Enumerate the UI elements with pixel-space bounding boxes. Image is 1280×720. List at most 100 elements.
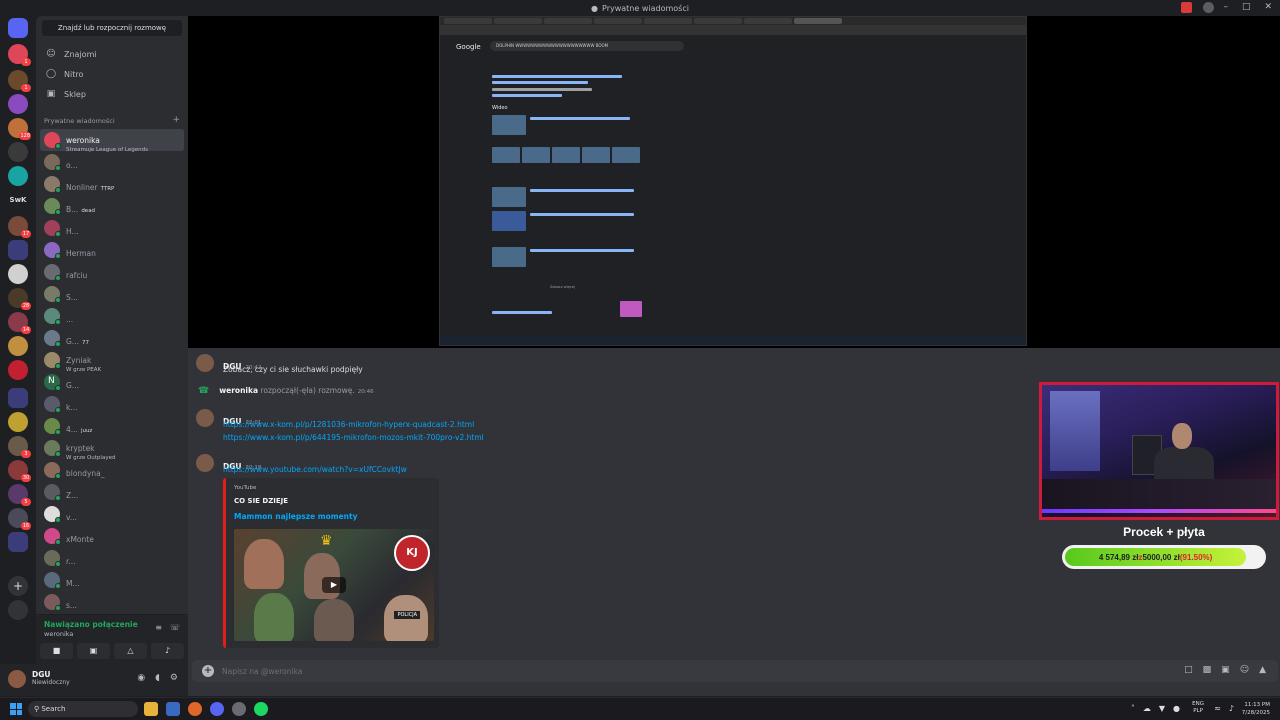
disconnect-icon[interactable]: ☏ xyxy=(170,623,180,632)
apps-icon[interactable]: ▲ xyxy=(1259,665,1266,675)
find-conversation-button[interactable]: Znajdź lub rozpocznij rozmowę xyxy=(42,20,182,36)
gear-icon[interactable]: ⚙ xyxy=(170,673,178,683)
avatar[interactable] xyxy=(196,354,214,372)
username[interactable]: DGU xyxy=(32,670,50,679)
server-icon[interactable]: 28 xyxy=(8,288,31,310)
windows-start-icon[interactable] xyxy=(10,703,22,715)
dm-item[interactable]: S... xyxy=(40,283,184,305)
mic-tray-icon[interactable]: ● xyxy=(1173,704,1180,713)
discord-icon[interactable] xyxy=(210,702,224,716)
dm-item[interactable]: Z... xyxy=(40,481,184,503)
add-server-icon[interactable]: + xyxy=(8,576,28,596)
add-dm-icon[interactable]: + xyxy=(172,115,180,125)
screen-share-icon[interactable]: ▣ xyxy=(77,643,110,659)
server-icon[interactable]: 14 xyxy=(8,312,31,334)
home-discord-icon[interactable] xyxy=(8,18,28,38)
avatar[interactable] xyxy=(8,670,26,688)
system-clock[interactable]: 11:13 PM 7/28/2025 xyxy=(1242,701,1270,717)
activity-icon[interactable]: △ xyxy=(114,643,147,659)
server-label[interactable]: SwK xyxy=(4,196,32,204)
inbox-icon[interactable] xyxy=(1181,2,1192,13)
nav-shop[interactable]: ▣ Sklep xyxy=(40,85,184,103)
dm-item[interactable]: blondyna_ xyxy=(40,459,184,481)
message-link[interactable]: https://www.youtube.com/watch?v=xUfCCovk… xyxy=(223,465,407,474)
microphone-icon[interactable]: ◉ xyxy=(137,673,145,683)
dm-item[interactable]: N G... xyxy=(40,371,184,393)
dm-item[interactable]: ... xyxy=(40,305,184,327)
server-icon[interactable]: 17 xyxy=(8,216,31,238)
server-icon[interactable] xyxy=(8,166,28,186)
dm-item[interactable]: 4... juuz xyxy=(40,415,184,437)
dm-item[interactable]: k... xyxy=(40,393,184,415)
embed-channel[interactable]: CO SIE DZIEJE xyxy=(234,497,288,505)
server-icon[interactable]: 1 xyxy=(8,44,31,66)
dm-item[interactable]: weronika Streamuje League of Legends xyxy=(40,129,184,153)
message-link[interactable]: https://www.x-kom.pl/p/644195-mikrofon-m… xyxy=(223,433,484,442)
server-icon[interactable]: 5 xyxy=(8,484,31,506)
server-icon[interactable]: 30 xyxy=(8,460,31,482)
dm-item[interactable]: xMonte xyxy=(40,525,184,547)
server-icon[interactable] xyxy=(8,360,28,380)
dm-item[interactable]: rafciu xyxy=(40,261,184,283)
gif-icon[interactable]: ▩ xyxy=(1203,665,1212,675)
folder-icon[interactable] xyxy=(8,240,28,260)
close-icon[interactable]: ✕ xyxy=(1264,2,1272,12)
dm-item[interactable]: Zyniak W grze PEAK xyxy=(40,349,184,373)
dm-item[interactable]: Herman xyxy=(40,239,184,261)
headphones-icon[interactable]: ◖ xyxy=(155,673,160,683)
server-icon[interactable]: 3 xyxy=(8,436,31,458)
chevron-up-icon[interactable]: ˄ xyxy=(1131,704,1135,713)
server-icon[interactable]: 1 xyxy=(8,70,31,92)
avatar[interactable] xyxy=(196,409,214,427)
embed-provider[interactable]: YouTube xyxy=(234,485,256,491)
server-icon[interactable] xyxy=(8,336,28,356)
server-icon[interactable] xyxy=(8,94,28,114)
file-explorer-icon[interactable] xyxy=(144,702,158,716)
discover-icon[interactable] xyxy=(8,600,28,620)
dm-item[interactable]: B... dead xyxy=(40,195,184,217)
server-icon[interactable]: 128 xyxy=(8,118,31,140)
avatar[interactable] xyxy=(196,454,214,472)
add-attachment-icon[interactable]: + xyxy=(202,665,214,677)
server-icon[interactable] xyxy=(8,264,28,284)
spotify-icon[interactable] xyxy=(254,702,268,716)
dm-item[interactable]: s... xyxy=(40,591,184,613)
sticker-icon[interactable]: ▣ xyxy=(1221,665,1230,675)
help-icon[interactable] xyxy=(1203,2,1214,13)
minimize-icon[interactable]: – xyxy=(1223,2,1228,12)
gift-icon[interactable]: □ xyxy=(1184,665,1193,675)
nav-nitro[interactable]: ◯ Nitro xyxy=(40,65,184,83)
dm-item[interactable]: kryptek W grze Outplayed xyxy=(40,437,184,461)
store-icon[interactable] xyxy=(166,702,180,716)
video-thumbnail[interactable]: ♛ KJ POLICJA ▶ xyxy=(234,529,434,641)
folder-icon[interactable] xyxy=(8,532,28,552)
server-icon[interactable] xyxy=(8,142,28,162)
network-icon[interactable]: ▼ xyxy=(1159,704,1165,713)
firefox-icon[interactable] xyxy=(188,702,202,716)
folder-icon[interactable] xyxy=(8,388,28,408)
server-icon[interactable]: 16 xyxy=(8,508,31,530)
dm-item[interactable]: H... xyxy=(40,217,184,239)
dm-item[interactable]: r... xyxy=(40,547,184,569)
stream-stage[interactable]: Google DOLPHIN WWWWWWWWWWWWWWWWWWWW BOOM… xyxy=(188,16,1280,348)
wifi-icon[interactable]: ≈ xyxy=(1214,704,1221,713)
signal-icon[interactable]: ≡ xyxy=(155,623,162,632)
message-link[interactable]: https://www.x-kom.pl/p/1281036-mikrofon-… xyxy=(223,420,474,429)
volume-icon[interactable]: ♪ xyxy=(1229,704,1234,713)
language-indicator[interactable]: ENG PLP xyxy=(1192,701,1204,715)
emoji-icon[interactable]: ☺ xyxy=(1240,665,1249,675)
message-input[interactable] xyxy=(222,664,1122,678)
dm-item[interactable]: M... xyxy=(40,569,184,591)
screen-share-view[interactable]: Google DOLPHIN WWWWWWWWWWWWWWWWWWWW BOOM… xyxy=(439,16,1027,346)
chrome-icon[interactable] xyxy=(232,702,246,716)
embed-title[interactable]: Mammon najlepsze momenty xyxy=(234,512,357,521)
cloud-icon[interactable]: ☁ xyxy=(1143,704,1151,713)
server-icon[interactable] xyxy=(8,412,28,432)
dm-item[interactable]: o... xyxy=(40,151,184,173)
camera-off-icon[interactable]: ■ xyxy=(40,643,73,659)
dm-item[interactable]: Nonliner TTRP xyxy=(40,173,184,195)
soundboard-icon[interactable]: ♪ xyxy=(151,643,184,659)
dm-item[interactable]: v... xyxy=(40,503,184,525)
dm-item[interactable]: G... 77 xyxy=(40,327,184,349)
taskbar-search[interactable]: ⚲ Search xyxy=(28,701,138,717)
